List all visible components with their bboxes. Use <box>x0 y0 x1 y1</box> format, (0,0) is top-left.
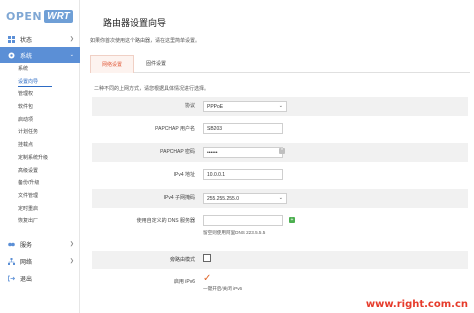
logout-icon <box>8 275 16 282</box>
protocol-label: 协议 <box>184 103 195 109</box>
logo-open: OPEN <box>6 9 43 23</box>
username-label: PAPCHAP 用户名 <box>155 126 195 132</box>
submenu-item[interactable]: 管理权 <box>0 88 80 101</box>
logo-wrt: WRT <box>44 9 73 23</box>
ipv4-address-label: IPv4 地址 <box>173 172 195 178</box>
password-value: •••••• <box>207 149 218 156</box>
submenu-item-wizard[interactable]: 设置向导 <box>0 76 80 89</box>
chevron-down-icon: ⌄ <box>69 52 74 58</box>
page-title: 路由器设置向导 <box>103 18 167 28</box>
ipv6-note: 一键开启/关闭 iPv6 <box>203 286 243 291</box>
password-label: PAPCHAP 密码 <box>160 149 195 155</box>
bypass-row: 旁路由模式 <box>92 251 468 269</box>
page-description: 如果你首次使用这个路由器，请在这里简单设置。 <box>90 38 201 44</box>
watermark: www.right.com.cn <box>365 299 468 310</box>
section-hint: 二种不同的上网方式，请您根据具体情况进行选择。 <box>94 86 210 92</box>
sidebar-item-label: 服务 <box>20 243 33 249</box>
username-value: SB203 <box>207 125 223 132</box>
ipv4-address-input[interactable]: 10.0.0.1 <box>203 169 283 180</box>
dns-label: 使用自定义的 DNS 服务器 <box>136 218 195 224</box>
ipv4-netmask-value: 255.255.255.0 <box>207 195 239 202</box>
sidebar-nav: 状态 ❯ 系统 ⌄ 系统 设置向导 管理权 软件包 启动项 计划任务 挂载点 定… <box>0 31 80 228</box>
network-icon <box>8 258 15 265</box>
protocol-row: 协议 PPPoE ⌄ <box>92 97 468 116</box>
add-dns-button[interactable]: + <box>289 217 295 223</box>
sidebar-item-label: 网络 <box>20 260 33 266</box>
sidebar-item-network[interactable]: 网络 ❯ <box>0 253 80 270</box>
bypass-label: 旁路由模式 <box>169 257 195 263</box>
submenu-item[interactable]: 计划任务 <box>0 126 80 139</box>
submenu-item[interactable]: 系统 <box>0 63 80 76</box>
gear-icon <box>8 52 15 59</box>
tab-network-settings[interactable]: 网络设置 <box>90 55 134 73</box>
submenu-item[interactable]: 挂载点 <box>0 139 80 152</box>
submenu-item[interactable]: 软件包 <box>0 101 80 114</box>
sidebar-item-system[interactable]: 系统 ⌄ <box>0 47 80 63</box>
bypass-checkbox[interactable] <box>203 254 211 262</box>
ipv4-address-value: 10.0.0.1 <box>207 171 226 178</box>
sidebar-item-label: 状态 <box>20 37 33 44</box>
sidebar-item-label: 系统 <box>20 53 33 60</box>
sidebar-item-logout[interactable]: 退出 <box>0 270 80 287</box>
chevron-right-icon: ❯ <box>69 258 74 264</box>
submenu-item[interactable]: 启动项 <box>0 114 80 127</box>
app-window: OPEN WRT 状态 ❯ 系统 ⌄ 系统 设置向导 管理权 软件包 启动项 计… <box>0 0 474 313</box>
chevron-down-icon: ⌄ <box>278 103 283 109</box>
logo: OPEN WRT <box>6 8 73 24</box>
ipv6-checkbox-checked[interactable]: ✓ <box>203 274 242 284</box>
protocol-select[interactable]: PPPoE <box>203 101 287 112</box>
ipv4-address-row: IPv4 地址 10.0.0.1 <box>92 166 468 184</box>
ipv4-netmask-label: IPv4 子网掩码 <box>163 195 195 201</box>
protocol-value: PPPoE <box>207 103 224 110</box>
sidebar: OPEN WRT 状态 ❯ 系统 ⌄ 系统 设置向导 管理权 软件包 启动项 计… <box>0 0 80 313</box>
ipv6-label: 启用 iPv6 <box>173 279 195 285</box>
submenu-item[interactable]: 备份/升级 <box>0 177 80 190</box>
chevron-right-icon: ❯ <box>69 241 74 247</box>
services-icon <box>8 241 15 248</box>
tab-firmware-settings[interactable]: 固件设置 <box>134 55 178 73</box>
submenu-item[interactable]: 文件管理 <box>0 190 80 203</box>
chevron-down-icon: ⌄ <box>278 195 283 201</box>
submenu-item[interactable]: 高级设置 <box>0 165 80 178</box>
ipv4-netmask-select[interactable]: 255.255.255.0 <box>203 193 287 204</box>
dns-row: 使用自定义的 DNS 服务器 + 留空则使用阿里DNS 223.5.5.5 <box>92 212 468 248</box>
submenu-item[interactable]: 恢复出厂 <box>0 215 80 228</box>
main-content: 路由器设置向导 如果你首次使用这个路由器，请在这里简单设置。 网络设置 固件设置… <box>80 0 474 313</box>
submenu-item[interactable]: 定制系统升级 <box>0 152 80 165</box>
sidebar-item-label: 退出 <box>20 277 33 283</box>
chevron-right-icon: ❯ <box>69 36 74 42</box>
submenu-item[interactable]: 定时重启 <box>0 203 80 216</box>
sidebar-bottom-nav: 服务 ❯ 网络 ❯ 退出 <box>0 236 80 287</box>
sidebar-item-status[interactable]: 状态 ❯ <box>0 31 80 47</box>
system-submenu: 系统 设置向导 管理权 软件包 启动项 计划任务 挂载点 定制系统升级 高级设置… <box>0 63 80 228</box>
ipv4-netmask-row: IPv4 子网掩码 255.255.255.0 ⌄ <box>92 189 468 208</box>
username-row: PAPCHAP 用户名 SB203 <box>92 120 468 138</box>
username-input[interactable]: SB203 <box>203 123 283 134</box>
password-row: PAPCHAP 密码 •••••• * <box>92 143 468 162</box>
reveal-password-button[interactable]: * <box>279 148 285 154</box>
dns-note: 留空则使用阿里DNS 223.5.5.5 <box>203 230 266 235</box>
sidebar-item-services[interactable]: 服务 ❯ <box>0 236 80 253</box>
tab-bar: 网络设置 固件设置 <box>90 55 470 73</box>
dns-input[interactable] <box>203 215 283 226</box>
ipv6-row: 启用 iPv6 ✓ 一键开启/关闭 iPv6 <box>92 273 468 301</box>
password-input[interactable]: •••••• <box>203 147 283 158</box>
dashboard-icon <box>8 35 15 43</box>
